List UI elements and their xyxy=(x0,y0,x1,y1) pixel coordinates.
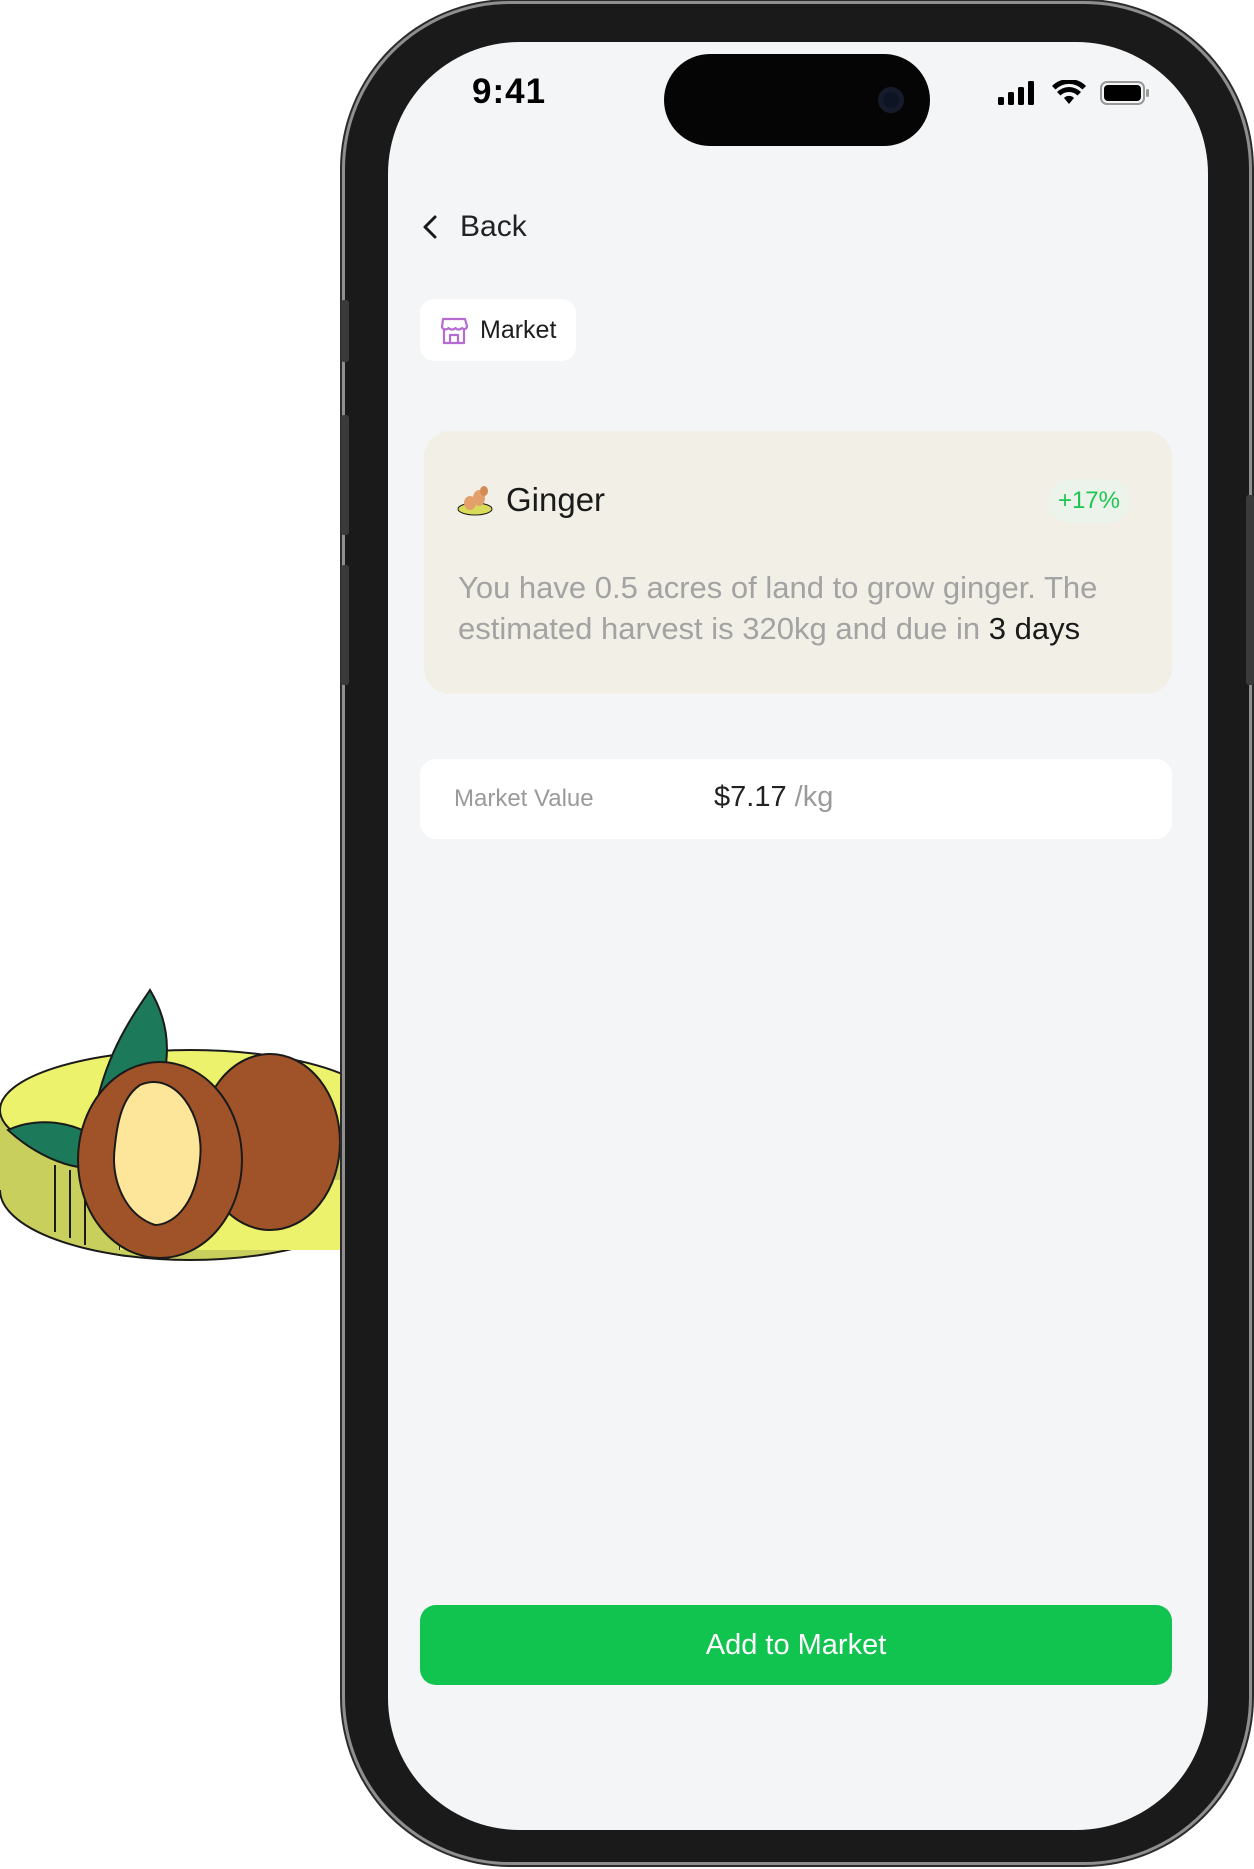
dynamic-island xyxy=(664,54,930,146)
action-button xyxy=(341,300,349,362)
status-icons xyxy=(998,80,1150,106)
status-time: 9:41 xyxy=(472,72,547,111)
ginger-icon xyxy=(457,486,493,516)
crop-card: Ginger +17% You have 0.5 acres of land t… xyxy=(424,431,1172,694)
front-camera xyxy=(878,87,904,113)
battery-icon xyxy=(1100,81,1149,105)
back-label: Back xyxy=(460,210,527,243)
change-badge: +17% xyxy=(1047,479,1130,523)
chevron-left-icon xyxy=(423,215,437,239)
market-value-row: Market Value $7.17 /kg xyxy=(420,759,1172,839)
market-value-price: $7.17 /kg xyxy=(714,781,833,814)
market-value-label: Market Value xyxy=(454,785,594,812)
power-button xyxy=(1246,495,1254,685)
add-to-market-button[interactable]: Add to Market xyxy=(420,1605,1172,1685)
crop-header: Ginger xyxy=(456,481,605,519)
ginger-coin-illustration xyxy=(0,988,360,1261)
volume-down-button xyxy=(341,565,349,685)
cellular-signal-icon xyxy=(998,81,1034,105)
price-amount: $7.17 xyxy=(714,781,787,813)
market-chip[interactable]: Market xyxy=(420,299,577,361)
crop-name: Ginger xyxy=(506,481,606,518)
wifi-icon xyxy=(1052,80,1086,104)
market-chip-label: Market xyxy=(480,315,557,344)
back-button[interactable]: Back xyxy=(422,210,527,244)
crop-description: You have 0.5 acres of land to grow ginge… xyxy=(458,567,1148,649)
price-unit: /kg xyxy=(786,781,834,813)
app-screen: 9:41 Back Market Ginger +17% You have 0.… xyxy=(388,42,1208,1830)
volume-up-button xyxy=(341,415,349,535)
harvest-due-highlight: 3 days xyxy=(988,611,1081,646)
storefront-icon xyxy=(440,317,469,345)
